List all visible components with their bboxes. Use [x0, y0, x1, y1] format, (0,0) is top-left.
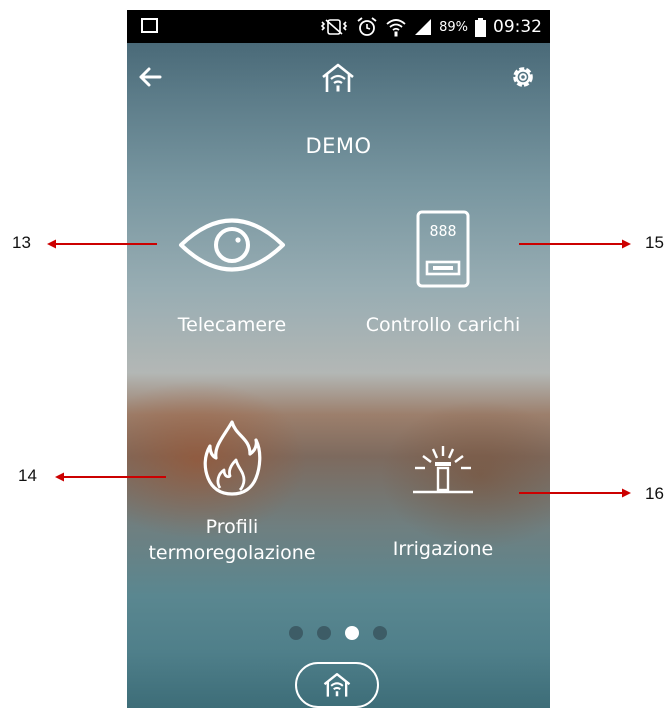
tile-irrigazione[interactable]: Irrigazione	[365, 446, 521, 562]
home-wifi-icon[interactable]	[320, 62, 356, 94]
page-dot-active[interactable]	[345, 626, 359, 640]
page-dot[interactable]	[289, 626, 303, 640]
wifi-icon	[386, 19, 406, 37]
phone-screen: 89% 09:32 DEMO Telecamere 888 Controllo …	[127, 10, 550, 708]
signal-icon	[415, 19, 432, 35]
tile-label-line2: termoregolazione	[148, 542, 316, 564]
tile-telecamere[interactable]: Telecamere	[157, 210, 307, 338]
tile-label: Controllo carichi	[365, 314, 521, 336]
callout-label: 16	[645, 484, 664, 503]
sprinkler-icon	[413, 446, 473, 494]
callout-arrow-right-icon	[519, 488, 631, 498]
battery-icon	[475, 17, 486, 37]
vibrate-mute-icon	[320, 19, 348, 35]
tile-controllo-carichi[interactable]: 888 Controllo carichi	[353, 210, 533, 338]
tile-label-line1: Profili	[205, 516, 259, 538]
callout-label: 14	[18, 466, 37, 485]
flame-icon	[203, 420, 262, 496]
page-dot[interactable]	[373, 626, 387, 640]
callout-label: 13	[12, 233, 31, 252]
gear-icon[interactable]	[509, 63, 537, 91]
home-button[interactable]	[295, 662, 379, 708]
clock: 09:32	[493, 17, 542, 37]
eye-icon	[179, 218, 285, 272]
app-bar	[127, 43, 550, 103]
tile-profili-termoregolazione[interactable]: Profili termoregolazione	[137, 418, 327, 566]
battery-percentage: 89%	[439, 19, 468, 35]
page-indicator	[127, 626, 550, 642]
callout-label: 15	[645, 233, 664, 252]
status-bar: 89% 09:32	[127, 10, 550, 43]
callout-arrow-left-icon	[47, 239, 157, 249]
back-arrow-icon[interactable]	[137, 66, 163, 88]
page-dot[interactable]	[317, 626, 331, 640]
alarm-clock-icon	[357, 17, 377, 36]
tile-label: Irrigazione	[392, 538, 494, 560]
meter-display: 888	[429, 222, 456, 240]
home-wifi-icon	[323, 673, 351, 697]
load-meter-icon: 888	[416, 210, 470, 288]
gallery-notification-icon	[141, 18, 158, 33]
callout-arrow-right-icon	[519, 239, 631, 249]
page-title: DEMO	[305, 134, 372, 158]
tile-label: Telecamere	[177, 314, 287, 336]
